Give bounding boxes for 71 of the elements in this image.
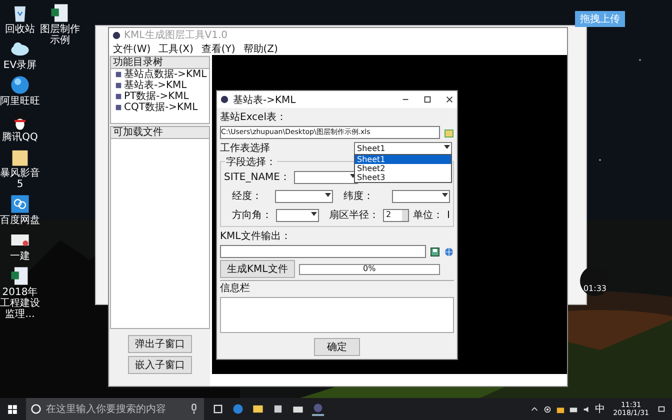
task-view-icon[interactable]	[212, 403, 224, 415]
icon-label: 百度网盘	[0, 215, 40, 226]
bubble-icon[interactable]	[9, 74, 31, 96]
sheet-select[interactable]: Sheet1	[354, 142, 452, 154]
menu-item[interactable]: 查看(Y)	[201, 42, 236, 55]
dropdown-field[interactable]	[276, 208, 319, 222]
app-icon	[220, 95, 229, 104]
windows-logo-icon[interactable]	[7, 404, 18, 414]
panel-title: 功能目录树	[111, 57, 209, 69]
dialog-title: 基站表->KML	[233, 94, 297, 106]
field-label: 扇区半径：	[328, 208, 379, 222]
field-label: 工作表选择	[220, 142, 270, 155]
dropdown-field[interactable]	[294, 170, 358, 184]
node-icon	[115, 82, 122, 89]
window-button[interactable]: 嵌入子窗口	[128, 356, 192, 374]
menu-item[interactable]: 工具(X)	[158, 42, 194, 55]
panel-title: 信息栏	[220, 280, 454, 295]
node-icon	[115, 104, 122, 111]
dropdown-field[interactable]	[392, 190, 450, 202]
icon-label: 回收站	[4, 24, 36, 35]
globe-icon[interactable]	[444, 246, 454, 256]
field-label: 单位：	[413, 208, 444, 222]
tree-item[interactable]: PT数据->KML	[124, 91, 189, 102]
progress-text: 0%	[362, 264, 377, 272]
save-icon[interactable]	[430, 246, 440, 256]
app-icon	[112, 30, 121, 40]
app-icon[interactable]	[312, 402, 324, 416]
field-label: SITE_NAME：	[224, 171, 290, 184]
icon-label: 暴风影音5	[0, 168, 40, 190]
browser-icon[interactable]	[232, 403, 244, 415]
dropdown-field[interactable]	[275, 190, 334, 202]
panel-title: 可加载文件	[111, 127, 209, 139]
close-icon[interactable]	[445, 95, 454, 104]
number-field[interactable]: 2	[382, 208, 410, 222]
field-label: 纬度：	[342, 190, 374, 203]
icon-label: 腾讯QQ	[1, 132, 39, 143]
icon-label: 2018年工程建设监理...	[0, 287, 40, 320]
tree-item[interactable]: 基站表->KML	[124, 80, 187, 91]
field-label: 经度：	[231, 190, 263, 203]
dropdown-option[interactable]: Sheet2	[355, 164, 451, 173]
menu-item[interactable]: 文件(W)	[113, 42, 151, 55]
folder-icon[interactable]	[252, 403, 264, 415]
field-label: KML文件输出：	[220, 230, 292, 243]
group-title: 字段选择：	[225, 155, 277, 169]
window-title: KML生成图层工具V1.0	[124, 28, 228, 42]
field-label: 基站Excel表：	[220, 110, 288, 124]
speaker-icon[interactable]	[582, 404, 592, 414]
tree-item[interactable]: 基站点数据->KML	[124, 69, 207, 80]
generate-button[interactable]: 生成KML文件	[220, 260, 295, 278]
icon-label: 一建	[9, 251, 31, 262]
node-icon	[115, 71, 122, 78]
record-icon[interactable]	[543, 404, 552, 414]
output-field[interactable]	[220, 245, 426, 258]
circle-icon	[30, 403, 42, 415]
icon-label: EV录屏	[2, 60, 38, 71]
menu-item[interactable]: 帮助(Z)	[243, 42, 278, 55]
node-icon	[115, 93, 122, 100]
field-label: 方向角：	[231, 208, 272, 222]
dropdown-option[interactable]: Sheet1	[355, 155, 451, 164]
folder-icon[interactable]	[556, 404, 566, 414]
icon-label: 图层制作示例	[40, 24, 80, 46]
window-button[interactable]: 弹出子窗口	[128, 335, 192, 353]
ok-button[interactable]: 确定	[314, 338, 360, 356]
unit-value: I	[447, 210, 450, 220]
input-method[interactable]: 中	[595, 402, 606, 416]
maximize-icon[interactable]	[423, 95, 432, 104]
netdisk-icon[interactable]	[9, 193, 31, 215]
tree-item[interactable]: CQT数据->KML	[124, 102, 198, 113]
chevron-up-icon[interactable]	[530, 404, 540, 414]
dropdown-option[interactable]: Sheet3	[355, 173, 451, 182]
icon-label: 阿里旺旺	[0, 96, 40, 107]
